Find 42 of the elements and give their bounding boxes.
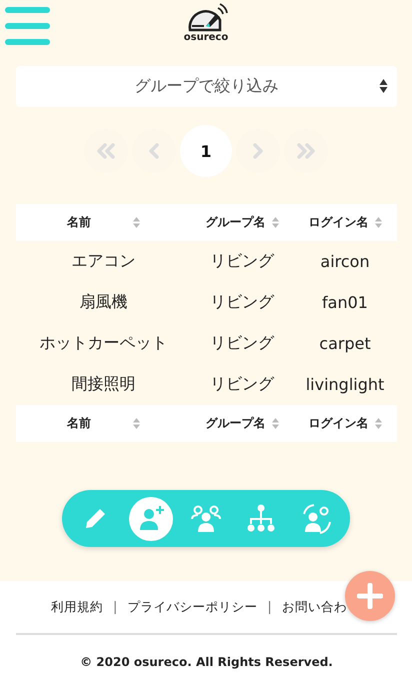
add-button[interactable] <box>345 571 395 621</box>
table-cell-text: リビング <box>209 333 276 354</box>
column-header[interactable]: 名前 <box>67 214 91 231</box>
footer-link[interactable]: お問い合わ <box>282 598 347 616</box>
double-right-chevron-icon <box>295 143 317 159</box>
separator: | <box>112 600 118 614</box>
group-filter-select[interactable]: グループで絞り込み <box>16 66 397 107</box>
table-cell-text: fan01 <box>321 293 369 312</box>
page-button[interactable]: 1 <box>180 125 232 177</box>
right-chevron-icon <box>252 143 264 159</box>
logo-text: osureco <box>184 33 228 43</box>
sort-icon[interactable] <box>133 217 140 228</box>
table-cell-text: リビング <box>209 251 276 272</box>
sort-icon[interactable] <box>374 217 382 228</box>
column-header[interactable]: ログイン名 <box>308 214 368 231</box>
footer-link[interactable]: プライバシーポリシー <box>127 598 258 616</box>
add-user-button[interactable] <box>128 496 173 540</box>
table-cell-text: aircon <box>319 252 371 271</box>
separator: | <box>266 600 273 614</box>
column-header[interactable]: 名前 <box>67 415 91 432</box>
table-cell-text: エアコン <box>70 251 136 272</box>
table-cell-text: リビング <box>209 292 276 313</box>
sort-icon[interactable] <box>133 418 140 429</box>
sort-icon[interactable] <box>272 217 278 228</box>
table-cell-text: livinglight <box>304 375 386 394</box>
menu-icon[interactable] <box>5 7 50 45</box>
table-cell-text: 間接照明 <box>70 374 136 395</box>
table-cell-text: ホットカーペット <box>38 333 168 354</box>
plus-icon <box>357 583 383 609</box>
sort-icon[interactable] <box>272 418 278 429</box>
table-cell-text: 扇風機 <box>78 292 128 313</box>
copyright-text: © 2020 osureco. All Rights Reserved. <box>16 633 397 669</box>
column-header[interactable]: グループ名 <box>206 214 266 231</box>
column-header[interactable]: ログイン名 <box>308 415 368 432</box>
table-cell-text: carpet <box>318 334 372 353</box>
double-left-chevron-icon <box>95 143 117 159</box>
sort-arrows-icon <box>379 78 388 94</box>
footer-link[interactable]: 利用規約 <box>51 598 103 616</box>
left-chevron-icon <box>148 143 160 159</box>
column-header[interactable]: グループ名 <box>206 415 266 432</box>
table-cell-text: リビング <box>209 374 276 395</box>
sort-icon[interactable] <box>374 418 382 429</box>
